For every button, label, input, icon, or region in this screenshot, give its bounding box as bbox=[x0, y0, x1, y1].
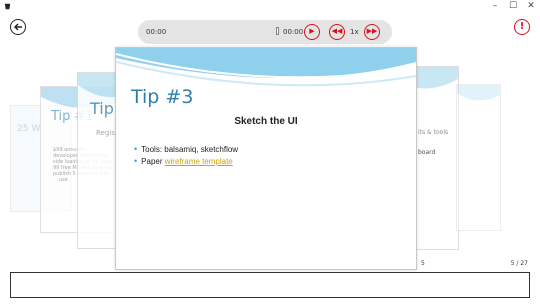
slide-wave-decoration bbox=[457, 85, 500, 101]
rewind-button[interactable]: ◀◀ bbox=[329, 24, 345, 40]
slide-bullet: Tools: balsamiq, sketchflow bbox=[134, 144, 238, 154]
adjacent-slide-number: 5 bbox=[421, 260, 425, 267]
arrow-left-icon bbox=[14, 23, 22, 31]
slide-text: board bbox=[418, 149, 436, 156]
fast-forward-icon: ▶▶ bbox=[366, 27, 378, 35]
current-slide: Tip #3 Sketch the UI Tools: balsamiq, sk… bbox=[115, 47, 417, 270]
slide-bullet-list: Tools: balsamiq, sketchflow Paper wirefr… bbox=[134, 144, 238, 168]
time-total: 00:00 bbox=[283, 28, 304, 36]
exclamation-icon: ! bbox=[519, 21, 525, 32]
slide-bullet: Paper wireframe template bbox=[134, 156, 238, 166]
fast-forward-button[interactable]: ▶▶ bbox=[364, 24, 380, 40]
slide-title: Tip bbox=[90, 99, 114, 118]
minimize-button[interactable]: – bbox=[486, 0, 504, 14]
slide-thumbnail-right-2[interactable] bbox=[456, 84, 501, 231]
rewind-icon: ◀◀ bbox=[331, 27, 343, 35]
wireframe-template-link[interactable]: wireframe template bbox=[165, 157, 233, 166]
bullet-text: Paper bbox=[141, 157, 165, 166]
close-button[interactable]: ✕ bbox=[522, 0, 540, 14]
alert-button[interactable]: ! bbox=[514, 19, 530, 35]
audio-player: 00:00 00:00 ▶ ◀◀ 1x ▶▶ bbox=[138, 20, 392, 44]
page-indicator: 5 / 27 bbox=[510, 260, 528, 267]
back-button[interactable] bbox=[10, 19, 26, 35]
play-icon: ▶ bbox=[309, 27, 315, 35]
slide-title: its & tools bbox=[418, 129, 449, 136]
playback-speed[interactable]: 1x bbox=[350, 28, 359, 36]
seek-slider[interactable] bbox=[276, 27, 279, 35]
slide-heading: Sketch the UI bbox=[234, 116, 298, 127]
notes-input[interactable] bbox=[10, 272, 530, 298]
window-controls: – ☐ ✕ bbox=[486, 0, 540, 14]
app-icon bbox=[4, 3, 11, 10]
maximize-button[interactable]: ☐ bbox=[504, 0, 522, 14]
play-button[interactable]: ▶ bbox=[304, 24, 320, 40]
slide-title: 25 W bbox=[17, 124, 41, 134]
bullet-text: Tools: balsamiq, sketchflow bbox=[141, 145, 239, 154]
slide-title: Tip #3 bbox=[131, 86, 194, 108]
time-elapsed: 00:00 bbox=[146, 28, 167, 36]
slide-subtitle: Regis bbox=[96, 129, 115, 137]
